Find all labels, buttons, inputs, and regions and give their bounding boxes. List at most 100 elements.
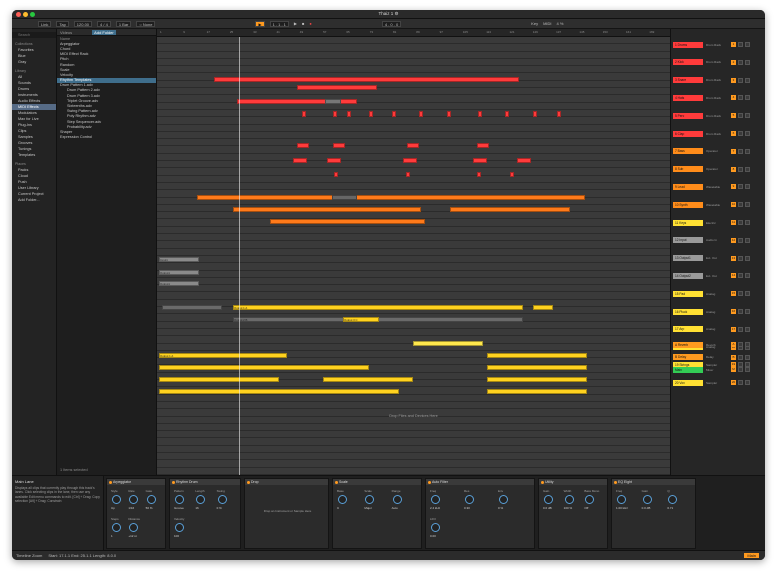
track-activator[interactable]: 15: [731, 291, 736, 297]
playhead[interactable]: [239, 37, 240, 475]
device-title[interactable]: Drop: [245, 479, 328, 485]
arm-button[interactable]: [745, 354, 750, 360]
track-header[interactable]: 3 Snare Drum Rack 3: [673, 77, 765, 84]
arm-button[interactable]: [745, 77, 750, 83]
track-header[interactable]: 14 Output2 Ext. Out 14: [673, 272, 765, 279]
clip[interactable]: [505, 111, 509, 117]
track-lane[interactable]: [157, 110, 670, 118]
track-activator[interactable]: 4: [731, 95, 736, 101]
track-header[interactable]: A Reverb Reverb A: [673, 341, 765, 348]
arm-button[interactable]: [745, 166, 750, 172]
arm-button[interactable]: [745, 273, 750, 279]
param-knob[interactable]: [217, 495, 227, 504]
clip[interactable]: [447, 111, 451, 117]
param-knob[interactable]: [129, 495, 139, 504]
param-knob[interactable]: [365, 495, 375, 504]
track-name[interactable]: 17 Arp: [673, 326, 703, 333]
track-name[interactable]: 11 Keys: [673, 219, 703, 226]
tempo-field[interactable]: 120.00: [73, 20, 93, 27]
track-lane[interactable]: [157, 95, 670, 103]
track-lane[interactable]: [157, 446, 670, 454]
key-map-button[interactable]: Key: [531, 21, 538, 26]
clip[interactable]: [347, 111, 351, 117]
track-name[interactable]: 7 Bass: [673, 148, 703, 155]
clip[interactable]: [333, 111, 337, 117]
solo-button[interactable]: [738, 184, 743, 190]
track-header[interactable]: 13 Output1 Ext. Out 13: [673, 255, 765, 262]
meter-field[interactable]: 4 / 4: [97, 20, 111, 27]
param-knob[interactable]: [175, 495, 184, 504]
track-lane[interactable]: [157, 278, 670, 286]
device-arpeggiator[interactable]: Arpeggiator Style Up Rate 1/16 Gate 50 % Steps 1…: [106, 478, 166, 549]
track-activator[interactable]: A: [731, 342, 736, 347]
track-lane[interactable]: [157, 234, 670, 242]
clip[interactable]: [407, 143, 419, 148]
track-lane[interactable]: [157, 125, 670, 132]
places-item[interactable]: Add Folder...: [12, 197, 56, 203]
solo-button[interactable]: [738, 77, 743, 83]
param-knob[interactable]: [668, 495, 678, 504]
track-name[interactable]: 16 Pluck: [673, 308, 703, 315]
clip[interactable]: [297, 85, 377, 90]
track-header[interactable]: 16 Pluck Analog 16: [673, 308, 765, 315]
device-title[interactable]: Auto Filter: [426, 479, 534, 485]
device-rhythm-drum[interactable]: Rhythm Drum Pattern Groove Length 16 Swing 0 %…: [169, 478, 241, 549]
track-lane[interactable]: [157, 103, 670, 110]
track-name[interactable]: Main: [673, 366, 703, 373]
solo-button[interactable]: [738, 380, 743, 386]
solo-button[interactable]: [738, 237, 743, 243]
track-header[interactable]: 11 Keys Electric 11: [673, 219, 765, 226]
param-knob[interactable]: [585, 495, 595, 504]
clip[interactable]: [392, 111, 396, 117]
clip[interactable]: [517, 158, 531, 163]
device-auto-filter[interactable]: Auto Filter Freq 2.4 kHz Res 0.30 Env 0 % LFO 0.…: [425, 478, 535, 549]
clip[interactable]: Output1: [159, 281, 199, 286]
track-header[interactable]: 12 Input Audio In 12: [673, 237, 765, 244]
track-name[interactable]: 1 Drums: [673, 41, 703, 48]
track-header[interactable]: 5 Perc Drum Rack 5: [673, 112, 765, 119]
clip[interactable]: [159, 389, 399, 394]
device-scale[interactable]: Scale Base C Scale Major Range Auto: [332, 478, 422, 549]
track-name[interactable]: 3 Snare: [673, 77, 703, 84]
arrangement-position[interactable]: 1 . 1 . 1: [269, 20, 289, 27]
arm-button[interactable]: [745, 380, 750, 386]
track-lane[interactable]: [157, 249, 670, 256]
clip[interactable]: [473, 158, 487, 163]
param-knob[interactable]: [338, 495, 347, 504]
solo-button[interactable]: [738, 113, 743, 119]
play-button[interactable]: ▶: [294, 21, 297, 26]
track-lane[interactable]: [157, 431, 670, 439]
track-activator[interactable]: 8: [731, 166, 736, 172]
track-header[interactable]: 15 Pad Analog 15: [673, 290, 765, 297]
track-activator[interactable]: 16: [731, 309, 736, 314]
clip[interactable]: Output 3 C: [343, 317, 379, 322]
track-activator[interactable]: 7: [731, 148, 736, 154]
track-header[interactable]: 7 Bass Operator 7: [673, 148, 765, 155]
track-header[interactable]: 9 Lead Wavetable 9: [673, 183, 765, 190]
clip[interactable]: [270, 219, 425, 224]
track-header[interactable]: B Delay Delay B: [673, 354, 765, 361]
arm-button[interactable]: [745, 184, 750, 190]
device-eq-eight[interactable]: EQ Eight Freq 1.00 kHz Gain 0.0 dB Q 0.71: [611, 478, 696, 549]
clip[interactable]: [325, 99, 341, 104]
clip[interactable]: [533, 111, 537, 117]
track-name[interactable]: 13 Output1: [673, 255, 703, 262]
clip[interactable]: [333, 143, 345, 148]
track-name[interactable]: 4 Hats: [673, 94, 703, 101]
clip[interactable]: [159, 377, 279, 382]
track-activator[interactable]: 10: [731, 202, 736, 208]
track-activator[interactable]: 17: [731, 326, 736, 332]
clip[interactable]: [419, 111, 423, 117]
clip[interactable]: [478, 111, 482, 117]
clip[interactable]: [302, 111, 306, 117]
track-lane[interactable]: [157, 183, 670, 191]
device-utility[interactable]: Utility Gain 0.0 dB Width 100 % Bass Mono Off: [538, 478, 608, 549]
stop-button[interactable]: ■: [302, 21, 304, 26]
solo-button[interactable]: [738, 354, 743, 360]
track-header[interactable]: 10 Synth Wavetable 10: [673, 201, 765, 208]
track-name[interactable]: 8 Sub: [673, 166, 703, 173]
arm-button[interactable]: [745, 42, 750, 47]
track-lane[interactable]: [157, 460, 670, 468]
track-activator[interactable]: 1: [731, 42, 736, 47]
track-lane[interactable]: [157, 424, 670, 432]
